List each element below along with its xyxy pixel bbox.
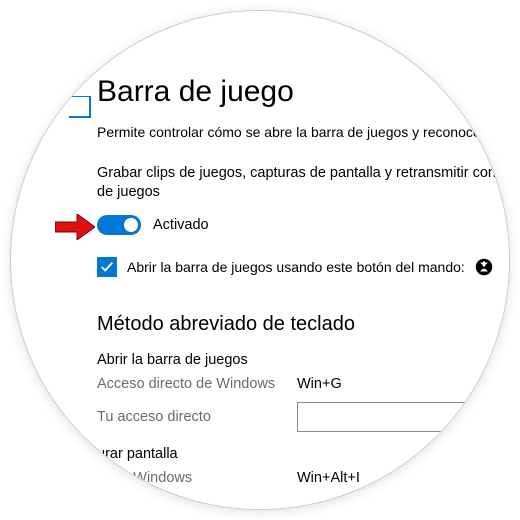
capture-shortcut-value: Win+Alt+I [297,470,360,486]
windows-shortcut-row: Acceso directo de Windows Win+G [97,376,501,392]
capture-shortcut-row: to de Windows Win+Alt+I [97,470,501,486]
page-description: Permite controlar cómo se abre la barra … [97,123,501,142]
toggle-knob [124,218,138,232]
user-shortcut-row: Tu acceso directo [97,402,501,432]
controller-checkbox[interactable] [97,257,117,277]
record-description: Grabar clips de juegos, capturas de pant… [97,164,501,203]
windows-shortcut-value: Win+G [297,376,342,392]
xbox-icon [475,258,493,276]
toggle-row: Activado [97,215,501,235]
user-shortcut-label: Tu acceso directo [97,409,297,425]
sidebar-selection-fragment [69,96,91,118]
settings-pane: Barra de juego Permite controlar cómo se… [39,11,509,509]
open-gamebar-label: Abrir la barra de juegos [97,352,501,368]
toggle-state-label: Activado [153,217,209,233]
checkmark-icon [100,260,114,274]
controller-checkbox-row: Abrir la barra de juegos usando este bot… [97,257,501,277]
gamebar-toggle[interactable] [97,215,141,235]
page-title: Barra de juego [97,75,501,109]
user-shortcut-input[interactable] [297,402,467,432]
capture-shortcut-label: to de Windows [97,470,297,486]
windows-shortcut-label: Acceso directo de Windows [97,376,297,392]
keyboard-shortcuts-heading: Método abreviado de teclado [97,313,501,336]
capture-screen-label: urar pantalla [97,446,501,462]
content-area: Barra de juego Permite controlar cómo se… [39,75,509,486]
controller-checkbox-label: Abrir la barra de juegos usando este bot… [127,259,465,275]
circle-frame: Barra de juego Permite controlar cómo se… [10,10,510,510]
callout-arrow-icon [55,214,95,243]
